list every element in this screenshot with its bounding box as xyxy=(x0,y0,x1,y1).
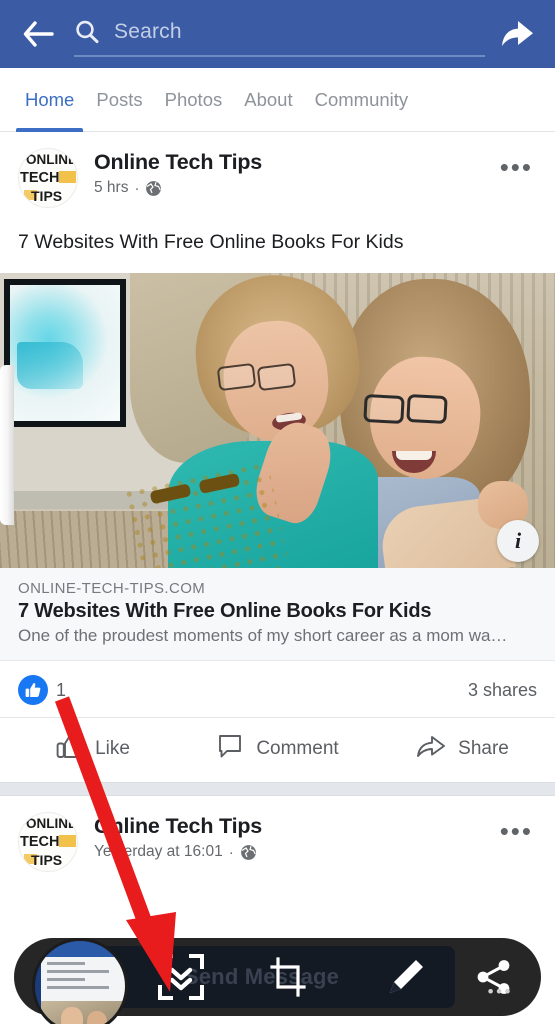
comment-bubble-icon xyxy=(216,732,244,766)
post-header: ONLINE TECH TIPS Online Tech Tips 5 hrs … xyxy=(0,132,555,214)
post-separator xyxy=(0,782,555,797)
post-message: 7 Websites With Free Online Books For Ki… xyxy=(18,231,404,253)
photo-child-glasses-right xyxy=(406,394,448,425)
post-meta: Online Tech Tips 5 hrs · xyxy=(78,148,500,197)
screenshot-toolbar: Send Message ••• xyxy=(14,938,541,1024)
post-timestamp: Yesterday at 16:01 xyxy=(94,843,223,861)
avatar-accent-1 xyxy=(59,835,76,848)
back-arrow-icon[interactable] xyxy=(16,12,60,56)
avatar-logo-line1: ONLINE xyxy=(26,816,78,832)
photo-child-teeth xyxy=(396,451,432,461)
post-timestamp: 5 hrs xyxy=(94,179,129,196)
engagement-summary: 1 3 shares xyxy=(0,661,555,717)
globe-icon xyxy=(145,180,162,197)
link-description: One of the proudest moments of my short … xyxy=(18,626,508,646)
tab-photos[interactable]: Photos xyxy=(154,68,234,132)
page-tab-bar: Home Posts Photos About Community xyxy=(0,68,555,132)
post-header: ONLINE TECH TIPS Online Tech Tips Yester… xyxy=(0,796,555,878)
globe-icon xyxy=(240,844,257,861)
post-action-bar: Like Comment Share xyxy=(0,717,555,782)
photo-wall-art xyxy=(4,279,126,428)
photo-woman-glasses-left xyxy=(216,363,257,392)
comment-button-label: Comment xyxy=(256,738,339,760)
tab-home[interactable]: Home xyxy=(14,68,85,132)
share-count[interactable]: 3 shares xyxy=(468,680,537,701)
post-subline: Yesterday at 16:01 · xyxy=(94,843,500,861)
scroll-capture-icon[interactable] xyxy=(134,938,229,1016)
photo-woman-glasses-right xyxy=(256,363,297,392)
screenshot-thumbnail[interactable] xyxy=(32,938,128,1024)
phone-screenshot: Search Home Posts Photos About Community… xyxy=(0,0,555,1024)
photo-edge-artifact xyxy=(0,365,14,526)
tab-posts[interactable]: Posts xyxy=(85,68,153,132)
post-subline: 5 hrs · xyxy=(94,179,500,197)
comment-button[interactable]: Comment xyxy=(185,732,370,766)
link-title: 7 Websites With Free Online Books For Ki… xyxy=(18,600,432,623)
share-button[interactable]: Share xyxy=(370,732,555,766)
thumbs-up-outline-icon xyxy=(55,732,83,766)
avatar[interactable]: ONLINE TECH TIPS xyxy=(18,148,78,208)
avatar-logo-line3: TIPS xyxy=(31,852,63,869)
post-card: ONLINE TECH TIPS Online Tech Tips 5 hrs … xyxy=(0,132,555,783)
search-icon xyxy=(74,19,100,45)
share-arrow-icon xyxy=(416,732,446,766)
pencil-edit-icon[interactable] xyxy=(347,938,465,1016)
reaction-count: 1 xyxy=(56,679,67,700)
search-input[interactable]: Search xyxy=(74,11,485,57)
crop-icon[interactable] xyxy=(229,938,347,1016)
link-preview-card[interactable]: ONLINE-TECH-TIPS.COM 7 Websites With Fre… xyxy=(0,568,555,662)
page-name[interactable]: Online Tech Tips xyxy=(94,814,500,839)
post-card: ONLINE TECH TIPS Online Tech Tips Yester… xyxy=(0,796,555,879)
photo-child-glasses-left xyxy=(363,394,405,425)
tab-community[interactable]: Community xyxy=(304,68,420,132)
app-header: Search xyxy=(0,0,555,68)
page-name[interactable]: Online Tech Tips xyxy=(94,150,500,175)
kebab-menu-icon[interactable]: ••• xyxy=(500,148,537,180)
avatar-logo-line3: TIPS xyxy=(31,188,63,204)
avatar-logo-line2: TECH xyxy=(20,170,60,186)
like-button-label: Like xyxy=(95,738,130,760)
share-button-label: Share xyxy=(458,738,509,760)
thumbs-up-filled-icon xyxy=(18,675,48,706)
kebab-menu-icon[interactable]: ••• xyxy=(500,812,537,844)
share-icon[interactable] xyxy=(465,938,523,1016)
link-domain: ONLINE-TECH-TIPS.COM xyxy=(18,580,206,598)
screenshot-toolbar-icons: ••• xyxy=(134,938,523,1016)
forward-share-icon[interactable] xyxy=(495,14,539,54)
like-button[interactable]: Like xyxy=(0,732,185,766)
separator-dot: · xyxy=(134,179,140,197)
separator-dot: · xyxy=(228,843,234,861)
avatar-logo-line1: ONLINE xyxy=(26,152,78,167)
avatar[interactable]: ONLINE TECH TIPS xyxy=(18,812,78,873)
post-photo[interactable]: i xyxy=(0,273,555,569)
more-options-icon[interactable]: ••• xyxy=(488,982,513,1002)
post-meta: Online Tech Tips Yesterday at 16:01 · xyxy=(78,812,500,861)
search-placeholder: Search xyxy=(114,20,182,43)
news-feed: ONLINE TECH TIPS Online Tech Tips 5 hrs … xyxy=(0,132,555,879)
avatar-accent-1 xyxy=(59,171,76,183)
avatar-logo-line2: TECH xyxy=(20,834,60,851)
tab-about[interactable]: About xyxy=(233,68,303,132)
reaction-summary[interactable]: 1 xyxy=(18,675,67,706)
